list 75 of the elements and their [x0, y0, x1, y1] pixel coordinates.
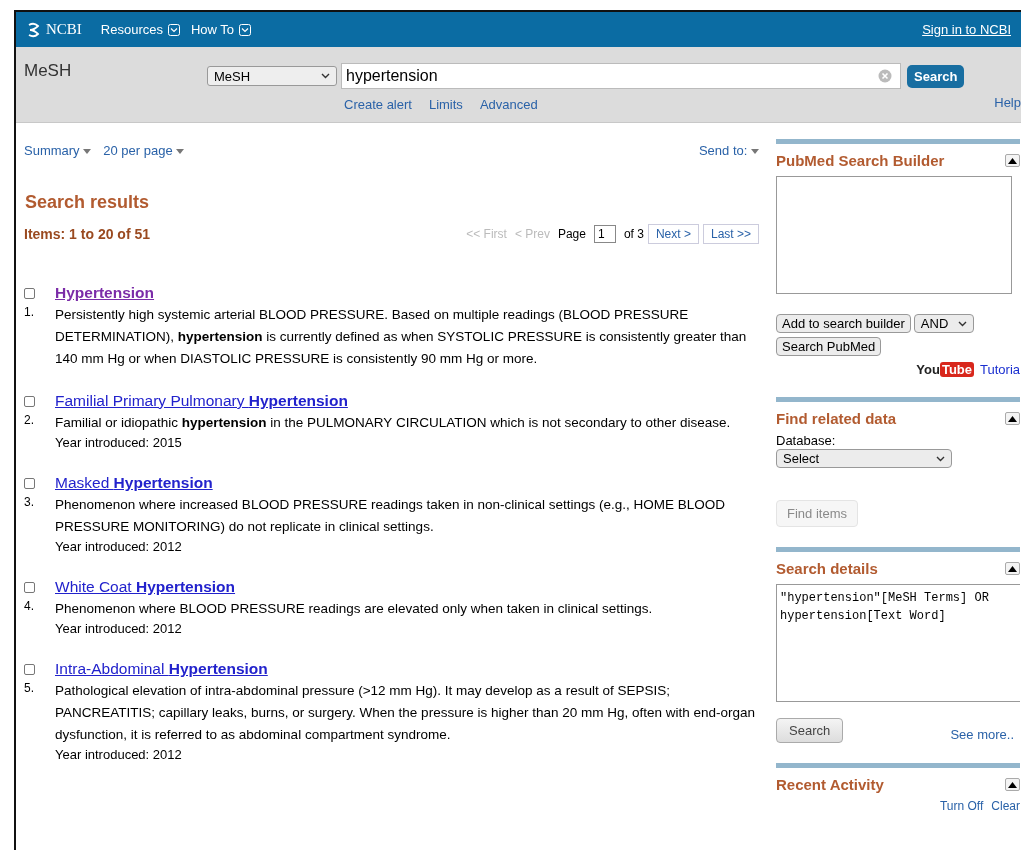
chevron-down-icon [958, 320, 968, 327]
search-pubmed-button[interactable]: Search PubMed [776, 337, 882, 356]
result-title-link[interactable]: Familial Primary Pulmonary Hypertension [55, 392, 348, 409]
collapse-icon[interactable] [1005, 778, 1020, 791]
result-checkbox[interactable] [24, 396, 35, 407]
database-select[interactable]: Select [776, 449, 952, 468]
result-number: 4. [24, 599, 34, 613]
dropdown-triangle-icon [176, 149, 185, 155]
details-search-button[interactable]: Search [776, 718, 844, 743]
result-title-link[interactable]: Intra-Abdominal Hypertension [55, 660, 268, 677]
tutorial-link[interactable]: Tutoria [980, 362, 1020, 377]
result-number: 1. [24, 305, 34, 319]
help-link[interactable]: Help [994, 95, 1021, 110]
sign-in-link[interactable]: Sign in to NCBI [922, 22, 1011, 37]
dropdown-triangle-icon [751, 149, 759, 155]
nav-menu[interactable]: How To [191, 22, 235, 37]
search-option-link[interactable]: Advanced [479, 97, 538, 112]
result-title-link[interactable]: White Coat Hypertension [55, 578, 236, 595]
search-field[interactable]: hypertension [341, 63, 901, 89]
recent-activity-link[interactable]: Turn Off [939, 799, 984, 813]
result-checkbox[interactable] [24, 664, 35, 675]
search-button[interactable]: Search [907, 64, 965, 88]
page-label: Page [557, 227, 586, 241]
see-more-link[interactable]: See more.. [950, 727, 1014, 742]
add-to-builder-button[interactable]: Add to search builder [776, 314, 911, 333]
results-heading: Search results [25, 192, 151, 213]
result-description: Familial or idiopathic hypertension in the PULMONARY CIRCULATION which is not secondary to other disease. [55, 414, 732, 432]
portlet-title: Search details [776, 560, 878, 577]
collapse-icon[interactable] [1005, 154, 1020, 167]
operator-select[interactable]: AND [913, 314, 975, 333]
year-introduced: Year introduced: 2012 [55, 620, 183, 638]
database-select[interactable]: MeSH [207, 66, 337, 86]
search-option-link[interactable]: Create alert [344, 97, 412, 112]
portlet-title: Recent Activity [776, 776, 884, 793]
search-option-link[interactable]: Limits [428, 97, 463, 112]
helix-logo-icon[interactable] [26, 21, 42, 38]
search-builder-textarea[interactable] [776, 176, 1012, 294]
result-description: Phenomenon where increased BLOOD PRESSURE readings taken in non-clinical settings (e.g., HOME BLOOD PRESSURE MONITORING) do not replicate in clinical settings. [55, 496, 727, 536]
dropdown-icon[interactable] [168, 23, 180, 36]
year-introduced: Year introduced: 2012 [55, 746, 183, 764]
result-description: Persistently high systemic arterial BLOOD PRESSURE. Based on multiple readings (BLOOD PRESSURE DETERMINATION), hypertension is currently defined as when SYSTOLIC PRESSURE is consistently greater than 140 mm Hg or when DIASTOLIC PRESSURE is consistently 90 mm Hg or more. [55, 306, 748, 368]
result-checkbox[interactable] [24, 582, 35, 593]
dropdown-triangle-icon [83, 149, 92, 155]
result-number: 2. [24, 413, 34, 427]
search-details-textarea[interactable]: "hypertension"[MeSH Terms] OR hypertension[Text Word] [776, 584, 1020, 702]
result-title-link[interactable]: Hypertension [55, 284, 155, 301]
result-description: Pathological elevation of intra-abdominal pressure (>12 mm Hg). It may develop as a result of SEPSIS; PANCREATITIS; capillary leaks, burns, or surgery. When the pressure is higher than 20 mm Hg, often with end-organ dysfunction, it is referred to as abdominal compartment syndrome. [55, 682, 757, 744]
database-title: MeSH [24, 60, 73, 82]
result-number: 3. [24, 495, 34, 509]
database-label: Database: [776, 433, 837, 448]
portlet-title: Find related data [776, 410, 897, 427]
chevron-down-icon [936, 455, 945, 462]
collapse-icon[interactable] [1005, 412, 1020, 425]
result-checkbox[interactable] [24, 478, 35, 489]
result-checkbox[interactable] [24, 288, 35, 299]
chevron-down-icon [321, 73, 330, 79]
dropdown-icon[interactable] [239, 23, 252, 36]
page-number-field[interactable]: 1 [593, 225, 616, 243]
format-dropdown[interactable]: Summary [24, 143, 92, 158]
year-introduced: Year introduced: 2015 [55, 434, 183, 452]
results-count: Items: 1 to 20 of 51 [24, 226, 151, 242]
page-total: of 3 [623, 227, 644, 241]
per-page-dropdown[interactable]: 20 per page [103, 143, 185, 158]
year-introduced: Year introduced: 2012 [55, 538, 183, 556]
portlet-title: PubMed Search Builder [776, 152, 945, 169]
last-page-button[interactable]: Last >> [702, 224, 759, 244]
result-title-link[interactable]: Masked Hypertension [55, 474, 213, 491]
result-description: Phenomenon where BLOOD PRESSURE readings are elevated only when taken in clinical settings. [55, 600, 654, 618]
send-to-dropdown[interactable]: Send to: [698, 143, 759, 158]
next-page-button[interactable]: Next > [647, 224, 699, 244]
recent-activity-link[interactable]: Clear [991, 799, 1020, 813]
collapse-icon[interactable] [1005, 562, 1020, 575]
nav-menu[interactable]: Resources [100, 22, 163, 37]
result-number: 5. [24, 681, 34, 695]
ncbi-logo[interactable]: NCBI [46, 21, 82, 38]
